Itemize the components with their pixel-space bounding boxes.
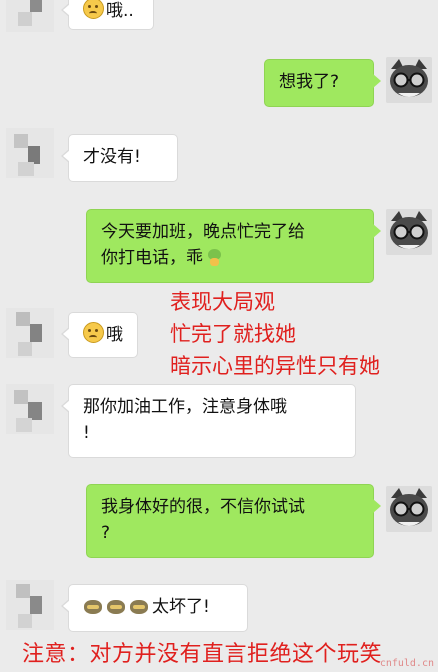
message-row: 哦..: [0, 0, 438, 32]
devil-face-icon: [106, 597, 126, 615]
message-bubble-outgoing[interactable]: 今天要加班，晚点忙完了给 你打电话，乖: [86, 209, 381, 283]
cat-avatar[interactable]: [386, 486, 432, 532]
message-row: 那你加油工作，注意身体哦 !: [0, 378, 438, 462]
contact-avatar[interactable]: [6, 0, 54, 32]
cat-avatar[interactable]: [386, 57, 432, 103]
cat-with-glasses-icon: [386, 486, 432, 532]
awkward-face-icon: [83, 0, 104, 19]
message-row: 我身体好的很，不信你试试 ?: [0, 480, 438, 564]
message-bubble-outgoing[interactable]: 我身体好的很，不信你试试 ?: [86, 484, 381, 558]
green-bear-icon: [206, 249, 223, 266]
message-bubble-incoming[interactable]: 哦..: [61, 0, 154, 30]
message-bubble-incoming[interactable]: 才没有!: [61, 134, 178, 182]
awkward-face-icon: [83, 322, 104, 343]
cat-avatar[interactable]: [386, 209, 432, 255]
contact-avatar[interactable]: [6, 128, 54, 178]
annotation-bottom: 注意：对方并没有直言拒绝这个玩笑: [22, 642, 383, 667]
devil-face-icon: [129, 597, 149, 615]
devil-face-icon: [83, 597, 103, 615]
contact-avatar[interactable]: [6, 308, 54, 358]
message-bubble-incoming[interactable]: 哦: [61, 312, 138, 358]
watermark: cnfuld.cn: [379, 658, 434, 669]
message-bubble-incoming[interactable]: 太坏了!: [61, 584, 248, 632]
contact-avatar[interactable]: [6, 580, 54, 630]
cat-with-glasses-icon: [386, 209, 432, 255]
cat-with-glasses-icon: [386, 57, 432, 103]
contact-avatar[interactable]: [6, 384, 54, 434]
message-row: 太坏了!: [0, 578, 438, 638]
message-row: 想我了?: [0, 55, 438, 115]
message-row: 今天要加班，晚点忙完了给 你打电话，乖: [0, 205, 438, 285]
message-row: 哦: [0, 306, 438, 366]
message-bubble-outgoing[interactable]: 想我了?: [264, 59, 381, 107]
message-row: 才没有!: [0, 128, 438, 188]
message-bubble-incoming[interactable]: 那你加油工作，注意身体哦 !: [61, 384, 356, 458]
